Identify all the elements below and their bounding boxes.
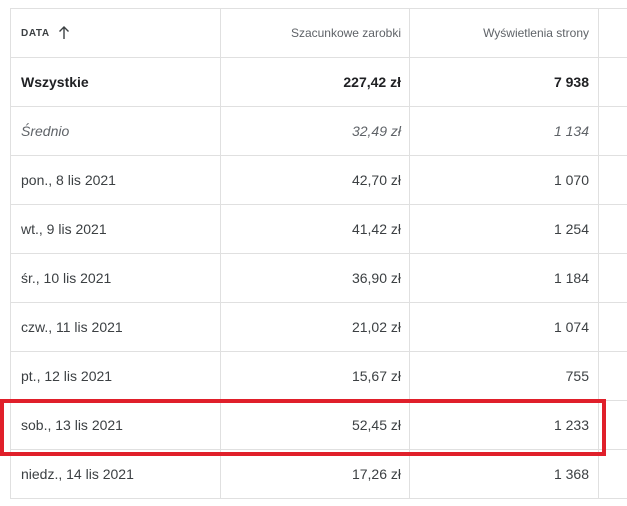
row-views: 1 184	[410, 254, 599, 302]
average-label: Średnio	[11, 107, 221, 155]
row-extra	[599, 303, 627, 351]
average-extra	[599, 107, 627, 155]
column-header-earnings[interactable]: Szacunkowe zarobki	[221, 9, 410, 57]
row-views: 1 254	[410, 205, 599, 253]
total-views: 7 938	[410, 58, 599, 106]
table-row[interactable]: niedz., 14 lis 2021 17,26 zł 1 368	[11, 450, 627, 499]
row-extra	[599, 254, 627, 302]
total-extra	[599, 58, 627, 106]
column-header-date[interactable]: DATA	[11, 9, 221, 57]
row-earnings: 21,02 zł	[221, 303, 410, 351]
row-earnings: 36,90 zł	[221, 254, 410, 302]
row-extra	[599, 401, 627, 449]
row-views: 1 233	[410, 401, 599, 449]
row-date: sob., 13 lis 2021	[11, 401, 221, 449]
row-date: pt., 12 lis 2021	[11, 352, 221, 400]
column-header-extra	[599, 9, 627, 57]
total-label: Wszystkie	[11, 58, 221, 106]
row-date: wt., 9 lis 2021	[11, 205, 221, 253]
row-views: 1 070	[410, 156, 599, 204]
row-earnings: 42,70 zł	[221, 156, 410, 204]
row-date: pon., 8 lis 2021	[11, 156, 221, 204]
total-earnings: 227,42 zł	[221, 58, 410, 106]
row-date: śr., 10 lis 2021	[11, 254, 221, 302]
table-row[interactable]: czw., 11 lis 2021 21,02 zł 1 074	[11, 303, 627, 352]
table-row[interactable]: pt., 12 lis 2021 15,67 zł 755	[11, 352, 627, 401]
table-row[interactable]: śr., 10 lis 2021 36,90 zł 1 184	[11, 254, 627, 303]
table-row[interactable]: wt., 9 lis 2021 41,42 zł 1 254	[11, 205, 627, 254]
row-views: 1 368	[410, 450, 599, 498]
row-extra	[599, 450, 627, 498]
average-views: 1 134	[410, 107, 599, 155]
table-row-average: Średnio 32,49 zł 1 134	[11, 107, 627, 156]
earnings-table: DATA Szacunkowe zarobki Wyświetlenia str…	[10, 8, 627, 499]
average-earnings: 32,49 zł	[221, 107, 410, 155]
table-row[interactable]: pon., 8 lis 2021 42,70 zł 1 070	[11, 156, 627, 205]
column-header-date-label: DATA	[21, 27, 50, 39]
row-views: 1 074	[410, 303, 599, 351]
row-views: 755	[410, 352, 599, 400]
row-extra	[599, 352, 627, 400]
row-date: niedz., 14 lis 2021	[11, 450, 221, 498]
table-row-highlighted[interactable]: sob., 13 lis 2021 52,45 zł 1 233	[11, 401, 627, 450]
table-row-total: Wszystkie 227,42 zł 7 938	[11, 58, 627, 107]
table-header: DATA Szacunkowe zarobki Wyświetlenia str…	[11, 9, 627, 58]
row-extra	[599, 156, 627, 204]
row-earnings: 41,42 zł	[221, 205, 410, 253]
row-earnings: 52,45 zł	[221, 401, 410, 449]
row-date: czw., 11 lis 2021	[11, 303, 221, 351]
arrow-up-icon[interactable]	[58, 26, 70, 40]
row-extra	[599, 205, 627, 253]
row-earnings: 17,26 zł	[221, 450, 410, 498]
row-earnings: 15,67 zł	[221, 352, 410, 400]
column-header-views[interactable]: Wyświetlenia strony	[410, 9, 599, 57]
